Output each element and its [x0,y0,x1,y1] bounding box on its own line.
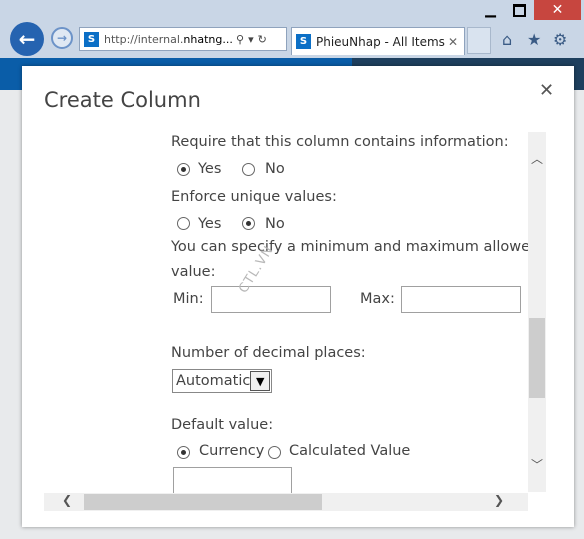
close-icon: ✕ [551,2,564,18]
scroll-down-icon[interactable]: ﹀ [531,456,543,473]
home-icon[interactable]: ⌂ [502,30,512,49]
sharepoint-icon: S [296,34,311,49]
dropdown-icon[interactable]: ▾ [248,33,254,46]
scroll-up-icon[interactable]: ︿ [531,150,543,167]
decimal-label: Number of decimal places: [171,345,366,361]
required-yes-label: Yes [198,161,222,177]
favorites-star-icon[interactable]: ★ [527,30,541,49]
unique-yes-radio[interactable] [177,217,190,230]
window-close-button[interactable]: ✕ [534,0,581,20]
calculated-value-label: Calculated Value [289,443,411,459]
sharepoint-icon: S [84,31,99,47]
dialog-title: Create Column [44,88,201,112]
unique-no-radio[interactable] [242,217,255,230]
unique-no-label: No [265,216,285,232]
currency-label: Currency [199,443,265,459]
default-value-label: Default value: [171,417,274,433]
browser-chrome: ▁ ✕ ← → S http://internal.nhatng... ⚲ ▾ … [0,0,584,58]
scroll-left-icon[interactable]: ❮ [62,493,72,507]
chevron-down-icon[interactable]: ▼ [250,371,270,391]
maximize-button[interactable] [505,0,534,20]
horizontal-scrollbar[interactable]: ❮ ❯ [44,493,528,511]
required-yes-radio[interactable] [177,163,190,176]
max-label: Max: [360,291,395,307]
vertical-scroll-thumb[interactable] [529,318,545,398]
url-text[interactable]: http://internal.nhatng... [104,33,232,46]
minmax-label-line1: You can specify a minimum and maximum al… [171,239,528,255]
scroll-right-icon[interactable]: ❯ [494,493,504,507]
max-input[interactable] [401,286,521,313]
minimize-icon: ▁ [485,2,496,18]
back-arrow-icon: ← [18,27,36,51]
decimal-places-select[interactable]: Automatic ▼ [172,369,272,393]
forward-arrow-icon: → [56,31,68,45]
required-label: Require that this column contains inform… [171,134,509,150]
back-button[interactable]: ← [10,22,44,56]
required-no-radio[interactable] [242,163,255,176]
unique-yes-label: Yes [198,216,222,232]
min-input[interactable] [211,286,331,313]
decimal-selected-value: Automatic [176,373,251,389]
search-icon[interactable]: ⚲ [236,33,244,46]
unique-label: Enforce unique values: [171,189,337,205]
default-value-input[interactable] [173,467,292,493]
calculated-value-radio[interactable] [268,446,281,459]
min-label: Min: [173,291,204,307]
required-no-label: No [265,161,285,177]
tab-close-icon[interactable]: ✕ [448,35,458,49]
minimize-button[interactable]: ▁ [476,0,505,20]
settings-gear-icon[interactable]: ⚙ [553,30,567,49]
currency-radio[interactable] [177,446,190,459]
create-column-dialog: Create Column ✕ Require that this column… [22,66,574,527]
dialog-close-icon[interactable]: ✕ [539,80,554,101]
browser-tab[interactable]: S PhieuNhap - All Items ✕ [291,27,465,55]
dialog-content: Require that this column contains inform… [44,129,528,493]
address-bar[interactable]: S http://internal.nhatng... ⚲ ▾ ↻ [79,27,287,51]
maximize-icon [513,3,526,17]
refresh-icon[interactable]: ↻ [258,33,267,46]
vertical-scrollbar[interactable]: ︿ ﹀ [528,132,546,492]
forward-button[interactable]: → [51,27,73,49]
tab-title: PhieuNhap - All Items [316,34,445,49]
minmax-label-line2: value: [171,264,216,280]
horizontal-scroll-thumb[interactable] [84,494,322,510]
new-tab-button[interactable] [467,27,491,54]
